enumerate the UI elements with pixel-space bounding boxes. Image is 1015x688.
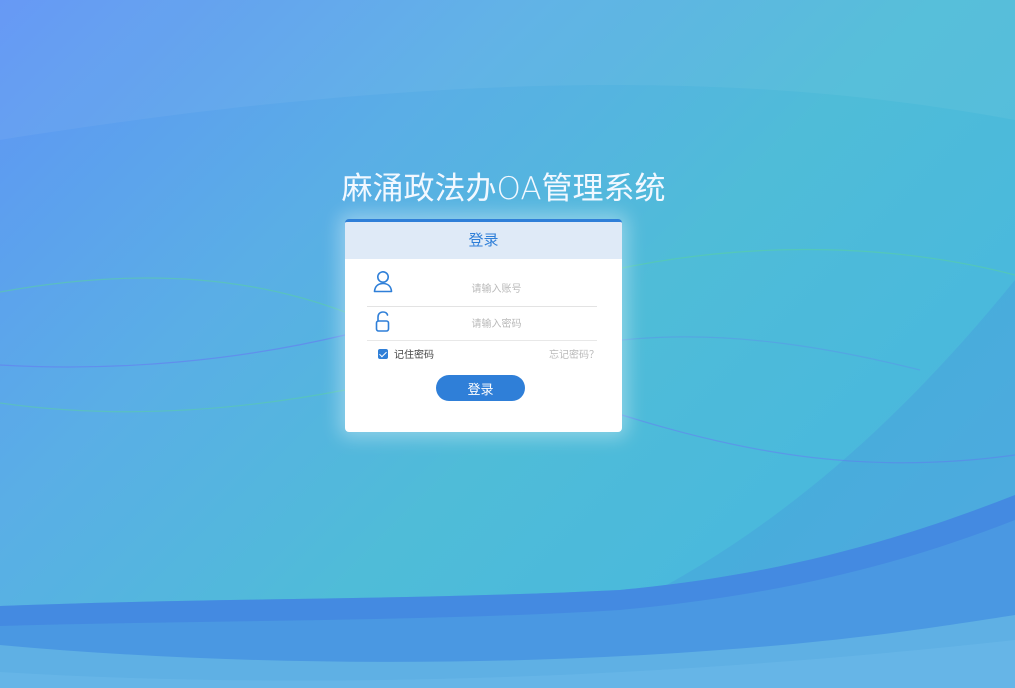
checkbox-checked-icon[interactable] (378, 348, 388, 359)
login-button[interactable]: 登录 (436, 375, 525, 401)
username-field (367, 270, 597, 307)
remember-label: 记住密码 (394, 350, 434, 361)
unlock-icon (372, 310, 394, 334)
password-input[interactable] (407, 313, 586, 335)
remember-password[interactable]: 记住密码 (378, 346, 434, 361)
forgot-password-link[interactable]: 忘记密码？ (549, 346, 599, 361)
user-icon (372, 270, 394, 294)
password-field (367, 310, 597, 341)
login-card-header: 登录 (345, 222, 622, 259)
username-input[interactable] (407, 278, 586, 300)
login-page: 麻涌政法办OA管理系统 登录 记住密码 (0, 0, 1015, 688)
login-card: 登录 记住密码 忘记密码？ 登录 (345, 219, 622, 432)
page-title: 麻涌政法办OA管理系统 (341, 171, 666, 207)
